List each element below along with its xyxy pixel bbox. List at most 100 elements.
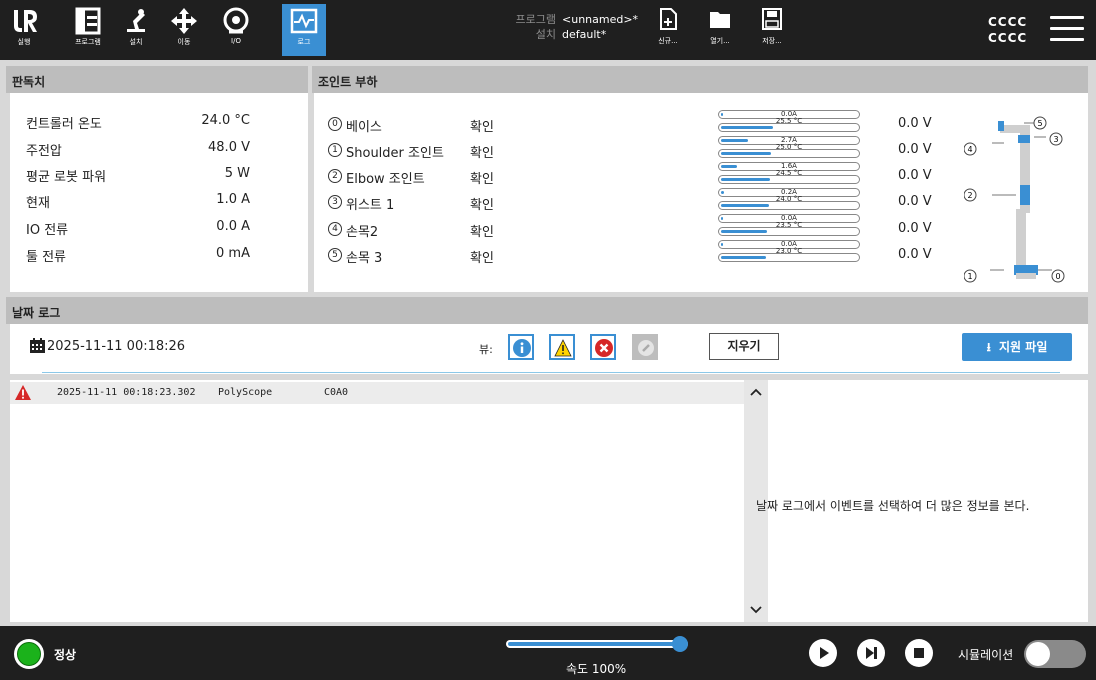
joint-marker-label: 1 <box>967 272 972 281</box>
nav-io[interactable]: I/O <box>214 4 258 58</box>
joint-temp-fill <box>721 204 769 207</box>
joint-temp-fill <box>721 178 770 181</box>
nav-installation[interactable]: 설치 <box>114 4 158 58</box>
nav-move-label: 이동 <box>177 38 191 46</box>
date-log-title: 날짜 로그 <box>12 306 61 320</box>
reading-row: 현재 1.0 A <box>26 192 250 211</box>
joint-name: 손목2 <box>346 225 379 240</box>
speed-slider-fill <box>508 642 678 646</box>
save-file-button[interactable]: 저장... <box>752 8 792 46</box>
nav-log[interactable]: 로그 <box>282 4 326 56</box>
joint-number: 3 <box>328 195 342 209</box>
robot-status-indicator[interactable] <box>14 639 44 669</box>
new-file-icon <box>660 8 677 30</box>
joint-temp-fill <box>721 152 772 155</box>
joint-voltage: 0.0 V <box>898 168 932 183</box>
warning-red-icon <box>15 385 31 400</box>
status-ok-icon <box>17 642 41 666</box>
joint-row: 3 위스트 1 확인 0.0 V <box>314 192 1074 214</box>
nav-move[interactable]: 이동 <box>162 4 206 58</box>
new-file-button[interactable]: 신규... <box>648 8 688 46</box>
reading-row: 컨트롤러 온도 24.0 °C <box>26 113 250 132</box>
log-detail-panel: 날짜 로그에서 이벤트를 선택하여 더 많은 정보를 본다. <box>756 380 1088 622</box>
user-line-1: CCCC <box>988 15 1028 29</box>
step-icon[interactable] <box>856 638 886 668</box>
new-file-label: 신규... <box>658 37 678 45</box>
joint-number: 5 <box>328 248 342 262</box>
program-name: <unnamed>* <box>562 13 639 26</box>
reading-value: 0 mA <box>216 246 250 261</box>
io-icon <box>223 7 249 34</box>
joint-status: 확인 <box>470 251 494 266</box>
installation-key: 설치 <box>535 28 556 41</box>
joint-temp-fill <box>721 126 773 129</box>
hamburger-menu-icon[interactable] <box>1050 16 1084 42</box>
scroll-up-icon[interactable] <box>750 388 762 396</box>
support-file-button[interactable]: ⭳ 지원 파일 <box>962 333 1072 361</box>
joint-temp-text: 23.0 °C <box>775 247 803 255</box>
simulation-toggle[interactable] <box>1024 640 1086 668</box>
play-icon[interactable] <box>808 638 838 668</box>
view-label: 뷰: <box>479 343 493 356</box>
warning-icon <box>554 339 572 357</box>
joint-row: 4 손목2 확인 0.0 V <box>314 219 1074 241</box>
joint-status: 확인 <box>470 172 494 187</box>
log-entry-time: 2025-11-11 00:18:23.302 <box>57 387 196 398</box>
reading-row: IO 전류 0.0 A <box>26 219 250 238</box>
joint-name: Shoulder 조인트 <box>346 146 444 161</box>
reading-row: 평균 로봇 파워 5 W <box>26 166 250 185</box>
speed-label: 속도 100% <box>566 662 627 676</box>
save-icon <box>762 8 782 30</box>
robot-status-label: 정상 <box>54 648 77 662</box>
speed-slider[interactable] <box>506 636 688 652</box>
download-icon: ⭳ <box>986 340 991 354</box>
ur-logo-icon <box>14 10 37 32</box>
joint-name: 손목 3 <box>346 251 383 266</box>
reading-value: 1.0 A <box>216 192 250 207</box>
joint-temp-text: 25.5 °C <box>775 117 803 125</box>
log-entry-code: C0A0 <box>324 387 349 398</box>
filter-warning-button[interactable] <box>549 334 575 360</box>
joint-status: 확인 <box>470 120 494 135</box>
joint-voltage: 0.0 V <box>898 116 932 131</box>
joint-status: 확인 <box>470 225 494 240</box>
joint-row: 5 손목 3 확인 0.0 V <box>314 245 1074 267</box>
log-entry[interactable]: 2025-11-11 00:18:23.302 PolyScope C0A0 <box>10 382 744 404</box>
log-list[interactable]: 2025-11-11 00:18:23.302 PolyScope C0A0 <box>10 380 744 622</box>
reading-row: 툴 전류 0 mA <box>26 246 250 265</box>
save-file-label: 저장... <box>762 37 782 45</box>
installation-icon <box>127 9 145 32</box>
open-file-button[interactable]: 열기... <box>700 8 740 46</box>
clear-log-button[interactable]: 지우기 <box>709 333 779 360</box>
joint-voltage: 0.0 V <box>898 194 932 209</box>
info-icon <box>513 339 531 357</box>
bottom-bar: 정상 속도 100% 시뮬레이션 <box>0 626 1096 680</box>
joint-number: 4 <box>328 222 342 236</box>
nav-program[interactable]: 프로그램 <box>66 4 110 58</box>
nav-program-label: 프로그램 <box>75 38 101 46</box>
joint-temp-text: 23.5 °C <box>775 221 803 229</box>
stop-icon[interactable] <box>904 638 934 668</box>
speed-slider-knob[interactable] <box>672 636 688 652</box>
joint-row: 0 베이스 확인 0.0 V <box>314 114 1074 136</box>
error-icon <box>595 339 613 357</box>
readings-header: 판독치 <box>6 66 308 93</box>
filter-other-button[interactable] <box>632 334 658 360</box>
filter-error-button[interactable] <box>590 334 616 360</box>
nav-run[interactable]: 실행 <box>2 4 46 58</box>
nav-io-label: I/O <box>231 37 241 45</box>
folder-icon <box>710 12 730 28</box>
top-bar: 실행 프로그램 설치 이동 I/O 로그 프로그램 <unnamed>* 설치 … <box>0 0 1096 60</box>
polyscope-window: 실행 프로그램 설치 이동 I/O 로그 프로그램 <unnamed>* 설치 … <box>0 0 1096 680</box>
reading-value: 0.0 A <box>216 219 250 234</box>
move-icon <box>171 8 197 34</box>
clear-log-label: 지우기 <box>727 339 761 353</box>
joint-voltage: 0.0 V <box>898 221 932 236</box>
joint-temp-fill <box>721 230 768 233</box>
joint-temp-fill <box>721 256 766 259</box>
scroll-down-icon[interactable] <box>750 606 762 614</box>
log-detail-hint: 날짜 로그에서 이벤트를 선택하여 더 많은 정보를 본다. <box>756 499 1030 513</box>
reading-value: 48.0 V <box>208 140 250 155</box>
reading-value: 24.0 °C <box>201 113 250 128</box>
filter-info-button[interactable] <box>508 334 534 360</box>
